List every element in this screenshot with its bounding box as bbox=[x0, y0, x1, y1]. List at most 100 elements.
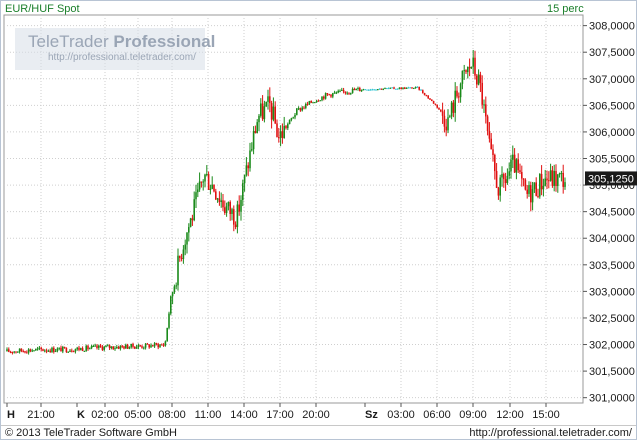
watermark-brand-bold: Professional bbox=[113, 32, 216, 51]
candle-body bbox=[182, 249, 185, 259]
interval-label: 15 perc bbox=[547, 3, 584, 15]
candle-body bbox=[8, 349, 10, 352]
candle-body bbox=[486, 116, 489, 132]
candle-body bbox=[335, 92, 338, 94]
candle-body bbox=[407, 87, 410, 89]
candle-body bbox=[542, 185, 545, 190]
candle-body bbox=[364, 89, 366, 91]
candle-body bbox=[297, 108, 300, 110]
candle-body bbox=[468, 66, 471, 69]
candle-body bbox=[310, 101, 312, 103]
candle-body bbox=[560, 172, 563, 174]
candle-body bbox=[139, 345, 141, 347]
candle-body bbox=[308, 101, 311, 105]
candle-body bbox=[458, 96, 460, 98]
candle-body bbox=[220, 200, 222, 202]
x-tick-label: 02:00 bbox=[91, 409, 119, 421]
candle-body bbox=[548, 180, 550, 182]
candle-body bbox=[396, 88, 399, 90]
candle-body bbox=[481, 82, 483, 105]
footer-bar: © 2013 TeleTrader Software GmbH http://p… bbox=[1, 425, 636, 441]
candle-body bbox=[476, 75, 478, 85]
candle-body bbox=[101, 346, 104, 350]
candle-body bbox=[303, 107, 305, 109]
candle-body bbox=[26, 352, 28, 354]
candle-body bbox=[134, 346, 136, 349]
candle-body bbox=[116, 347, 118, 349]
footer-url[interactable]: http://professional.teletrader.com/ bbox=[469, 426, 632, 441]
candle-body bbox=[47, 350, 50, 352]
candle-body bbox=[274, 106, 276, 124]
candle-body bbox=[317, 100, 320, 102]
candle-body bbox=[557, 174, 559, 187]
candle-body bbox=[191, 218, 194, 221]
candle-body bbox=[312, 102, 314, 104]
copyright-text: © 2013 TeleTrader Software GmbH bbox=[5, 427, 177, 439]
candle-body bbox=[521, 172, 523, 179]
x-tick-label: 14:00 bbox=[230, 409, 258, 421]
candle-body bbox=[125, 344, 127, 349]
candle-body bbox=[92, 345, 95, 347]
candle-body bbox=[472, 57, 474, 67]
candle-body bbox=[112, 346, 114, 349]
y-tick-label: 301,0000 bbox=[589, 393, 635, 405]
candle-body bbox=[393, 87, 395, 89]
candle-body bbox=[202, 181, 204, 183]
candle-body bbox=[209, 188, 212, 190]
candle-body bbox=[90, 346, 93, 349]
candle-body bbox=[218, 198, 221, 202]
candle-body bbox=[40, 347, 42, 350]
candle-body bbox=[177, 255, 179, 286]
x-tick-label: 06:00 bbox=[423, 409, 451, 421]
candle-body bbox=[85, 345, 87, 351]
y-tick-label: 302,0000 bbox=[589, 340, 635, 352]
candle-body bbox=[180, 257, 183, 259]
candle-body bbox=[143, 347, 145, 349]
candle-body bbox=[508, 171, 510, 176]
candle-body bbox=[432, 100, 435, 104]
candle-body bbox=[528, 185, 530, 194]
candle-body bbox=[503, 174, 505, 180]
candle-body bbox=[537, 195, 539, 197]
y-tick-label: 305,5000 bbox=[589, 154, 635, 166]
candle-body bbox=[258, 115, 260, 123]
candle-body bbox=[416, 86, 419, 88]
candle-body bbox=[558, 173, 561, 175]
y-tick-label: 303,5000 bbox=[589, 260, 635, 272]
candle-body bbox=[285, 125, 287, 129]
candle-body bbox=[440, 109, 442, 112]
candle-body bbox=[45, 350, 48, 352]
x-tick-label: K bbox=[77, 409, 85, 421]
candle-body bbox=[357, 87, 359, 89]
candle-body bbox=[402, 87, 404, 90]
last-price-label: 305,1250 bbox=[588, 173, 634, 185]
candle-body bbox=[153, 343, 156, 347]
candle-body bbox=[76, 347, 78, 350]
candle-body bbox=[155, 343, 158, 345]
x-tick-label: H bbox=[7, 409, 15, 421]
candle-body bbox=[400, 87, 402, 90]
candle-body bbox=[179, 255, 181, 258]
candle-body bbox=[132, 343, 134, 347]
candle-body bbox=[283, 125, 285, 138]
candle-body bbox=[350, 92, 352, 94]
candle-body bbox=[454, 90, 456, 113]
candle-body bbox=[89, 348, 91, 350]
watermark-logo: TeleTrader Professional http://professio… bbox=[15, 28, 215, 70]
candle-body bbox=[105, 345, 107, 347]
candle-body bbox=[173, 286, 176, 293]
candle-body bbox=[18, 348, 21, 352]
candle-body bbox=[351, 88, 354, 93]
candle-body bbox=[159, 344, 161, 348]
x-tick-label: 12:00 bbox=[496, 409, 524, 421]
candle-body bbox=[359, 87, 361, 92]
candle-body bbox=[166, 327, 168, 342]
y-tick-label: 302,5000 bbox=[589, 313, 635, 325]
candle-body bbox=[422, 90, 424, 94]
candle-body bbox=[332, 93, 334, 97]
candle-body bbox=[53, 347, 55, 352]
x-tick-label: 05:00 bbox=[124, 409, 152, 421]
candle-body bbox=[78, 347, 80, 350]
candle-body bbox=[33, 350, 35, 352]
candle-body bbox=[128, 347, 131, 349]
